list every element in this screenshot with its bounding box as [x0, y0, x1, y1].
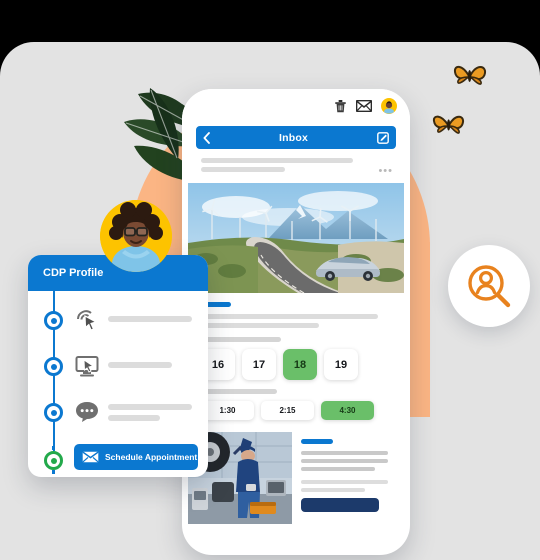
service-line	[301, 467, 375, 471]
timeline-node	[44, 311, 63, 330]
phone-top-icons	[334, 98, 397, 114]
preview-line	[201, 158, 353, 163]
time-option[interactable]: 2:15	[261, 401, 314, 420]
avatar-icon[interactable]	[381, 98, 397, 114]
timeline-node-active	[44, 451, 63, 470]
body-line	[201, 323, 319, 328]
click-target-icon	[77, 310, 98, 331]
overflow-menu[interactable]: •••	[378, 165, 393, 177]
inbox-navbar: Inbox	[196, 126, 396, 149]
service-line	[301, 451, 389, 455]
timeline-node	[44, 403, 63, 422]
preview-line	[201, 167, 285, 172]
hero-image	[188, 183, 404, 293]
service-line	[301, 459, 389, 463]
date-option[interactable]: 17	[242, 349, 276, 380]
time-option[interactable]: 1:30	[201, 401, 254, 420]
service-line	[301, 480, 389, 484]
body-line	[201, 314, 378, 319]
butterfly-icon	[453, 65, 487, 85]
chat-bubble-icon	[76, 402, 98, 422]
service-accent-bar	[301, 439, 333, 444]
cdp-card-body: Schedule Appointment	[28, 291, 208, 477]
appointment-section: 16 17 18 19 1:30 2:15 4:30	[188, 293, 404, 420]
step-line	[108, 415, 160, 421]
step-line	[108, 404, 192, 410]
butterfly-icon	[432, 115, 465, 134]
service-card-text	[292, 432, 404, 524]
cdp-card-title: CDP Profile	[43, 267, 104, 279]
message-preview[interactable]: •••	[188, 149, 404, 183]
phone-mockup: Inbox ••• 16 17 18 19 1:30 2:15 4:30	[182, 89, 410, 555]
date-picker[interactable]: 16 17 18 19	[201, 349, 391, 380]
illustration-stage: Inbox ••• 16 17 18 19 1:30 2:15 4:30 CDP…	[0, 0, 540, 560]
date-option[interactable]: 19	[324, 349, 358, 380]
canvas: Inbox ••• 16 17 18 19 1:30 2:15 4:30 CDP…	[0, 42, 540, 560]
step-line	[108, 362, 172, 368]
date-option-selected[interactable]: 18	[283, 349, 317, 380]
envelope-icon[interactable]	[356, 100, 372, 112]
person-search-icon	[468, 265, 511, 308]
service-line	[301, 488, 366, 492]
timeline-node	[44, 357, 63, 376]
time-label	[201, 389, 277, 394]
trash-icon[interactable]	[334, 99, 347, 113]
phone-screen: Inbox ••• 16 17 18 19 1:30 2:15 4:30	[188, 120, 404, 549]
service-cta-button[interactable]	[301, 498, 379, 512]
chevron-left-icon[interactable]	[203, 131, 210, 144]
envelope-icon	[82, 451, 99, 463]
cdp-profile-card: CDP Profile Schedule Appointment	[28, 255, 208, 477]
schedule-appointment-label: Schedule Appointment	[105, 452, 198, 462]
customer-avatar-badge	[100, 200, 172, 272]
service-card[interactable]	[188, 432, 404, 524]
date-label	[201, 337, 281, 342]
time-picker[interactable]: 1:30 2:15 4:30	[201, 401, 391, 420]
step-line	[108, 316, 192, 322]
navbar-title: Inbox	[279, 131, 308, 144]
person-search-badge	[448, 245, 530, 327]
compose-icon[interactable]	[377, 131, 389, 144]
desktop-click-icon	[75, 356, 99, 377]
schedule-appointment-button[interactable]: Schedule Appointment	[74, 444, 198, 470]
time-option-selected[interactable]: 4:30	[321, 401, 374, 420]
